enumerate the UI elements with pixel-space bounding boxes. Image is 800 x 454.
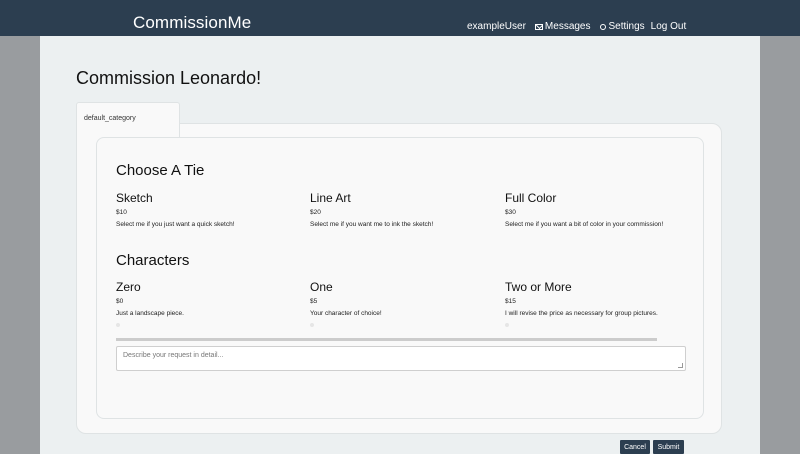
characters-section-title: Characters [116,252,190,269]
radio-button[interactable] [310,323,314,327]
divider [116,338,657,341]
cancel-button[interactable]: Cancel [620,440,650,454]
settings-link[interactable]: Settings [599,21,645,32]
radio-button[interactable] [505,323,509,327]
radio-button[interactable] [116,323,120,327]
page-title: Commission Leonardo! [76,68,262,88]
messages-label: Messages [544,21,591,32]
option-price: $30 [505,209,516,216]
request-placeholder: Describe your request in detail... [123,352,224,359]
submit-button[interactable]: Submit [653,440,684,454]
top-navbar: CommissionMe exampleUser Messages Settin… [0,0,800,36]
option-name: Zero [116,280,141,294]
gear-icon [599,23,606,30]
request-textarea[interactable]: Describe your request in detail... [116,346,686,371]
option-name: Two or More [505,280,572,294]
option-name: Full Color [505,191,557,205]
user-link[interactable]: exampleUser [467,21,526,32]
nav-links: exampleUser Messages Settings Log Out [467,21,686,32]
option-description: Select me if you want me to ink the sket… [310,221,434,228]
option-price: $15 [505,298,516,305]
page-container: Commission Leonardo! default_category Ch… [40,36,760,454]
settings-label: Settings [608,21,645,32]
option-name: Sketch [116,191,153,205]
option-price: $10 [116,209,127,216]
envelope-icon [534,23,543,30]
logout-link[interactable]: Log Out [651,21,687,32]
option-price: $5 [310,298,318,305]
commission-form-panel: Choose A Tie Sketch $10 Select me if you… [96,137,704,454]
option-description: Select me if you want a bit of color in … [505,221,664,228]
option-name: One [310,280,333,294]
resize-handle-icon[interactable] [678,363,683,368]
option-description: Just a landscape piece. [116,310,184,317]
messages-link[interactable]: Messages [534,21,591,32]
option-description: Your character of choice! [310,310,382,317]
option-name: Line Art [310,191,351,205]
option-price: $20 [310,209,321,216]
option-description: I will revise the price as necessary for… [505,310,658,317]
option-price: $0 [116,298,124,305]
tier-section-title: Choose A Tie [116,162,205,179]
brand-logo[interactable]: CommissionMe [133,13,251,33]
option-description: Select me if you just want a quick sketc… [116,221,235,228]
